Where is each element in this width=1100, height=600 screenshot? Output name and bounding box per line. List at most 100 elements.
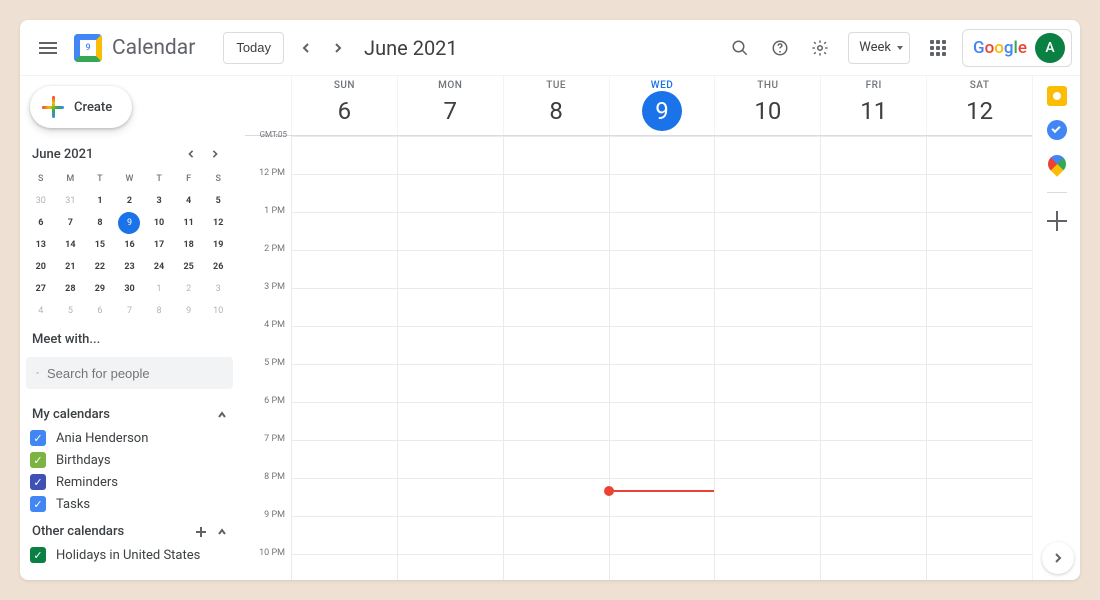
time-cell[interactable] [397,250,503,288]
time-cell[interactable] [503,554,609,580]
day-column-header[interactable]: FRI11 [820,76,926,135]
calendar-item[interactable]: ✓Reminders [30,474,229,490]
time-cell[interactable] [714,288,820,326]
today-button[interactable]: Today [223,32,284,64]
time-cell[interactable] [820,288,926,326]
google-apps-button[interactable] [918,28,958,68]
time-cell[interactable] [820,212,926,250]
time-cell[interactable] [926,288,1032,326]
time-cell[interactable] [820,478,926,516]
time-cell[interactable] [714,402,820,440]
maps-addon-button[interactable] [1044,151,1069,176]
mini-calendar-day[interactable]: 8 [148,300,170,322]
time-cell[interactable] [503,402,609,440]
time-cell[interactable] [397,554,503,580]
time-cell[interactable] [609,516,715,554]
time-cell[interactable] [820,440,926,478]
time-cell[interactable] [609,288,715,326]
mini-calendar-day[interactable]: 5 [207,190,229,212]
time-cell[interactable] [503,250,609,288]
day-of-month-label[interactable]: 10 [748,91,788,131]
day-column-header[interactable]: THU10 [714,76,820,135]
time-cell[interactable] [714,212,820,250]
time-cell[interactable] [714,174,820,212]
time-cell[interactable] [926,478,1032,516]
time-cell[interactable] [926,326,1032,364]
time-cell[interactable] [609,364,715,402]
time-cell[interactable] [926,136,1032,174]
time-cell[interactable] [291,250,397,288]
time-cell[interactable] [397,212,503,250]
mini-calendar-day[interactable]: 10 [207,300,229,322]
mini-calendar-day[interactable]: 30 [118,278,140,300]
create-button[interactable]: Create [30,86,132,128]
mini-calendar-day[interactable]: 19 [207,234,229,256]
time-cell[interactable] [714,250,820,288]
time-cell[interactable] [820,326,926,364]
mini-calendar-day[interactable]: 16 [118,234,140,256]
time-cell[interactable] [820,402,926,440]
calendar-checkbox[interactable]: ✓ [30,452,46,468]
mini-calendar-day[interactable]: 13 [30,234,52,256]
time-cell[interactable] [503,364,609,402]
time-cell[interactable] [926,402,1032,440]
time-cell[interactable] [926,364,1032,402]
mini-calendar-day[interactable]: 3 [207,278,229,300]
mini-next-month-button[interactable] [203,142,227,166]
time-cell[interactable] [820,516,926,554]
mini-calendar-day[interactable]: 31 [59,190,81,212]
hours-grid[interactable]: 11 AM12 PM1 PM2 PM3 PM4 PM5 PM6 PM7 PM8 … [245,136,1032,580]
time-cell[interactable] [609,212,715,250]
day-column-header[interactable]: TUE8 [503,76,609,135]
day-of-month-label[interactable]: 9 [642,91,682,131]
mini-calendar-day[interactable]: 7 [118,300,140,322]
calendar-checkbox[interactable]: ✓ [30,474,46,490]
day-column-header[interactable]: SAT12 [926,76,1032,135]
time-cell[interactable] [503,440,609,478]
time-cell[interactable] [291,402,397,440]
time-cell[interactable] [609,554,715,580]
time-cell[interactable] [926,516,1032,554]
hide-side-panel-button[interactable] [1042,542,1074,574]
time-cell[interactable] [926,174,1032,212]
mini-calendar-day[interactable]: 30 [30,190,52,212]
mini-calendar-day[interactable]: 24 [148,256,170,278]
time-cell[interactable] [291,174,397,212]
mini-calendar-day[interactable]: 4 [30,300,52,322]
mini-calendar-day[interactable]: 2 [178,278,200,300]
keep-addon-button[interactable] [1047,86,1067,106]
calendar-item[interactable]: ✓Birthdays [30,452,229,468]
time-cell[interactable] [609,440,715,478]
search-people-field[interactable] [26,357,233,389]
time-cell[interactable] [820,136,926,174]
my-calendars-toggle[interactable] [217,410,227,420]
day-of-month-label[interactable]: 7 [430,91,470,131]
mini-calendar-day[interactable]: 27 [30,278,52,300]
time-cell[interactable] [397,402,503,440]
view-switcher[interactable]: Week [848,32,910,64]
time-cell[interactable] [291,516,397,554]
day-column-header[interactable]: SUN6 [291,76,397,135]
calendar-item[interactable]: ✓Ania Henderson [30,430,229,446]
time-cell[interactable] [503,136,609,174]
time-cell[interactable] [926,554,1032,580]
time-cell[interactable] [503,516,609,554]
time-cell[interactable] [714,136,820,174]
time-cell[interactable] [714,364,820,402]
day-column-header[interactable]: WED9 [609,76,715,135]
day-column-header[interactable]: MON7 [397,76,503,135]
time-cell[interactable] [926,250,1032,288]
time-cell[interactable] [609,136,715,174]
time-cell[interactable] [397,326,503,364]
time-cell[interactable] [714,554,820,580]
time-cell[interactable] [714,516,820,554]
mini-calendar-day[interactable]: 5 [59,300,81,322]
mini-calendar[interactable]: SMTWTFS303112345678910111213141516171819… [26,168,233,322]
time-cell[interactable] [397,516,503,554]
day-of-month-label[interactable]: 12 [960,91,1000,131]
search-people-input[interactable] [47,366,223,381]
mini-prev-month-button[interactable] [179,142,203,166]
mini-calendar-day[interactable]: 14 [59,234,81,256]
time-cell[interactable] [291,440,397,478]
help-button[interactable] [760,28,800,68]
